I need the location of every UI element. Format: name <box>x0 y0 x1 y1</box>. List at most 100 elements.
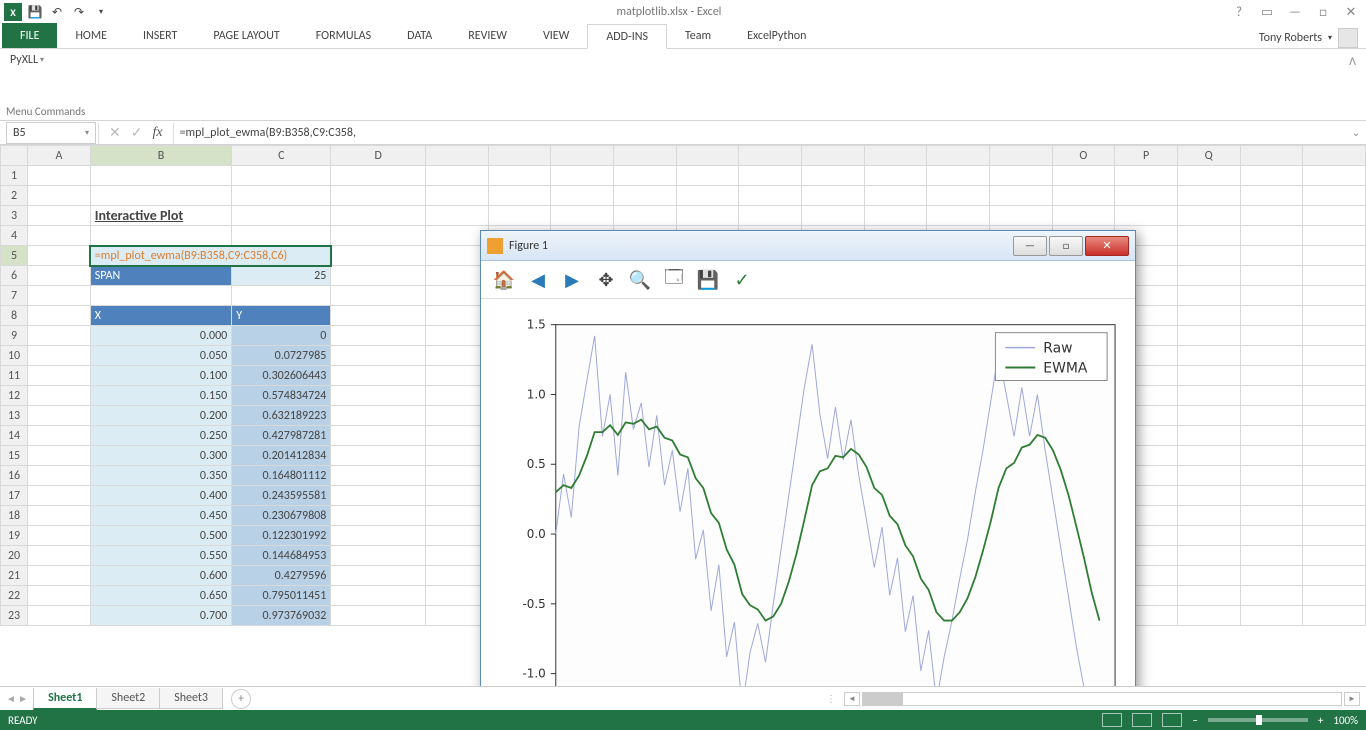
hscroll-right-icon[interactable]: ► <box>1344 692 1360 706</box>
normal-view-icon[interactable] <box>1102 713 1122 727</box>
row-header[interactable]: 23 <box>1 606 28 626</box>
tab-data[interactable]: DATA <box>389 23 450 48</box>
tab-excelpython[interactable]: ExcelPython <box>729 23 824 48</box>
maximize-icon[interactable]: □ <box>1312 3 1334 21</box>
tab-page-layout[interactable]: PAGE LAYOUT <box>195 23 297 48</box>
row-header[interactable]: 10 <box>1 346 28 366</box>
page-layout-view-icon[interactable] <box>1132 713 1152 727</box>
user-account[interactable]: Tony Roberts ▾ <box>1259 28 1366 48</box>
data-x[interactable]: 0.600 <box>90 566 231 586</box>
name-box[interactable]: B5 ▾ <box>6 122 96 144</box>
row-header[interactable]: 20 <box>1 546 28 566</box>
zoom-out-icon[interactable]: − <box>1192 714 1197 727</box>
matplotlib-figure-window[interactable]: Figure 1 — □ ✕ 🏠 ◀ ▶ ✥ 🔍 🗔 💾 ✓ -1.5-1.0-… <box>480 230 1136 686</box>
worksheet-grid[interactable]: A B C D O P Q 123Interactive Plot45=mpl_… <box>0 145 1366 686</box>
col-header-p[interactable]: P <box>1115 146 1178 166</box>
row-header[interactable]: 8 <box>1 306 28 326</box>
row-header[interactable]: 19 <box>1 526 28 546</box>
col-header-o[interactable]: O <box>1052 146 1115 166</box>
qat-customize-icon[interactable]: ▾ <box>92 3 110 21</box>
data-x[interactable]: 0.300 <box>90 446 231 466</box>
add-sheet-button[interactable]: + <box>231 689 251 709</box>
undo-icon[interactable]: ↶ <box>48 3 66 21</box>
expand-formula-bar-icon[interactable]: ⌄ <box>1346 126 1366 139</box>
back-icon[interactable]: ◀ <box>525 267 551 293</box>
header-x[interactable]: X <box>90 306 231 326</box>
data-x[interactable]: 0.400 <box>90 486 231 506</box>
data-x[interactable]: 0.650 <box>90 586 231 606</box>
mpl-maximize-icon[interactable]: □ <box>1049 236 1083 256</box>
horizontal-scrollbar[interactable] <box>862 692 1342 706</box>
data-y[interactable]: 0 <box>232 326 331 346</box>
select-all-cell[interactable] <box>1 146 28 166</box>
minimize-icon[interactable]: — <box>1284 3 1306 21</box>
col-header-c[interactable]: C <box>232 146 331 166</box>
data-x[interactable]: 0.700 <box>90 606 231 626</box>
mpl-titlebar[interactable]: Figure 1 — □ ✕ <box>481 231 1135 261</box>
data-x[interactable]: 0.050 <box>90 346 231 366</box>
row-header[interactable]: 7 <box>1 286 28 306</box>
row-header[interactable]: 12 <box>1 386 28 406</box>
data-y[interactable]: 0.795011451 <box>232 586 331 606</box>
data-y[interactable]: 0.243595581 <box>232 486 331 506</box>
tab-add-ins[interactable]: ADD-INS <box>587 24 667 49</box>
ribbon-display-icon[interactable]: ▭ <box>1256 3 1278 21</box>
help-icon[interactable]: ? <box>1228 3 1250 21</box>
row-header[interactable]: 5 <box>1 246 28 266</box>
row-header[interactable]: 3 <box>1 206 28 226</box>
formula-input[interactable]: =mpl_plot_ewma(B9:B358,C9:C358, <box>173 122 1346 144</box>
data-y[interactable]: 0.230679808 <box>232 506 331 526</box>
data-y[interactable]: 0.302606443 <box>232 366 331 386</box>
row-header[interactable]: 14 <box>1 426 28 446</box>
tab-view[interactable]: VIEW <box>525 23 587 48</box>
data-y[interactable]: 0.427987281 <box>232 426 331 446</box>
sheet-tab-3[interactable]: Sheet3 <box>159 688 223 709</box>
data-x[interactable]: 0.250 <box>90 426 231 446</box>
row-header[interactable]: 1 <box>1 166 28 186</box>
mpl-close-icon[interactable]: ✕ <box>1085 236 1129 256</box>
zoom-level[interactable]: 100% <box>1333 714 1358 727</box>
col-header-q[interactable]: Q <box>1177 146 1240 166</box>
span-value[interactable]: 25 <box>232 266 331 286</box>
formula-cell[interactable]: =mpl_plot_ewma(B9:B358,C9:C358,C6) <box>90 246 331 266</box>
data-x[interactable]: 0.100 <box>90 366 231 386</box>
collapse-ribbon-icon[interactable]: ᐱ <box>1349 55 1356 68</box>
data-y[interactable]: 0.632189223 <box>232 406 331 426</box>
file-tab[interactable]: FILE <box>2 23 57 48</box>
data-y[interactable]: 0.144684953 <box>232 546 331 566</box>
sheet-tab-2[interactable]: Sheet2 <box>96 688 160 709</box>
save-figure-icon[interactable]: 💾 <box>695 267 721 293</box>
sheet-tab-1[interactable]: Sheet1 <box>33 688 97 710</box>
data-x[interactable]: 0.350 <box>90 466 231 486</box>
sheet-nav[interactable]: ◄ ► <box>0 692 34 705</box>
col-header-b[interactable]: B <box>90 146 231 166</box>
data-y[interactable]: 0.201412834 <box>232 446 331 466</box>
pyxll-menu[interactable]: PyXLL <box>10 53 1356 67</box>
data-y[interactable]: 0.164801112 <box>232 466 331 486</box>
row-header[interactable]: 13 <box>1 406 28 426</box>
row-header[interactable]: 9 <box>1 326 28 346</box>
mpl-minimize-icon[interactable]: — <box>1013 236 1047 256</box>
data-x[interactable]: 0.450 <box>90 506 231 526</box>
edit-axis-icon[interactable]: ✓ <box>729 267 755 293</box>
row-header[interactable]: 21 <box>1 566 28 586</box>
data-x[interactable]: 0.200 <box>90 406 231 426</box>
worksheet-title[interactable]: Interactive Plot <box>90 206 231 226</box>
tab-home[interactable]: HOME <box>57 23 125 48</box>
row-header[interactable]: 17 <box>1 486 28 506</box>
data-x[interactable]: 0.150 <box>90 386 231 406</box>
tab-review[interactable]: REVIEW <box>450 23 525 48</box>
row-header[interactable]: 15 <box>1 446 28 466</box>
save-icon[interactable]: 💾 <box>26 3 44 21</box>
row-header[interactable]: 2 <box>1 186 28 206</box>
page-break-view-icon[interactable] <box>1162 713 1182 727</box>
zoom-in-icon[interactable]: + <box>1318 714 1323 727</box>
tab-formulas[interactable]: FORMULAS <box>298 23 389 48</box>
row-header[interactable]: 22 <box>1 586 28 606</box>
configure-subplots-icon[interactable]: 🗔 <box>661 267 687 293</box>
cancel-formula-icon[interactable]: ✕ <box>109 124 121 141</box>
row-header[interactable]: 6 <box>1 266 28 286</box>
data-y[interactable]: 0.0727985 <box>232 346 331 366</box>
data-y[interactable]: 0.4279596 <box>232 566 331 586</box>
hscroll-left-icon[interactable]: ◄ <box>844 692 860 706</box>
